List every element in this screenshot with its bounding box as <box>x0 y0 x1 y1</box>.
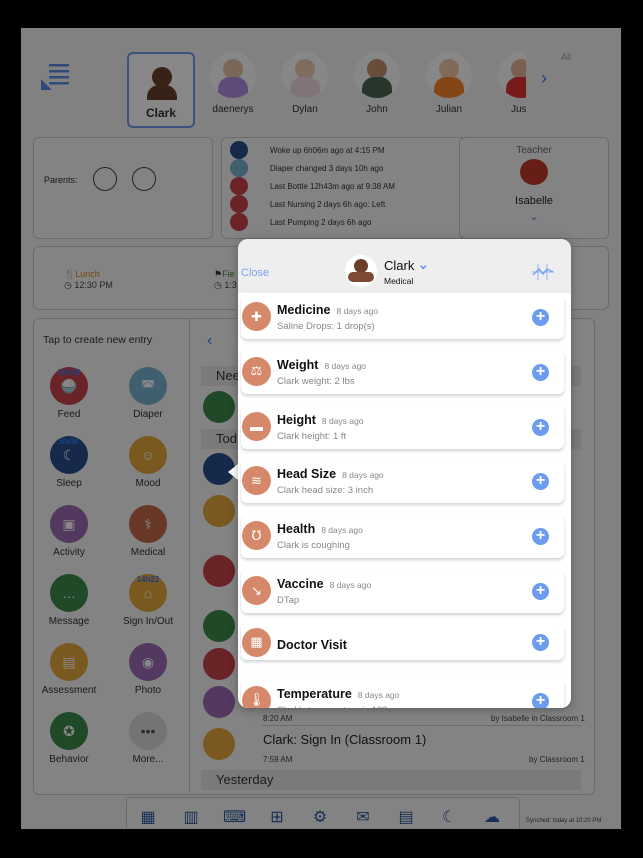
row-subtitle: Clark is coughing <box>277 540 350 552</box>
syringe-icon: ↘ <box>242 576 271 605</box>
row-title-text: Doctor Visit <box>277 637 347 652</box>
medical-popover: Close Clark ⌄ Medical ✚ Medicine 8 days ag… <box>238 239 571 708</box>
row-title: Weight 8 days ago <box>277 358 366 372</box>
add-entry-plus-icon[interactable]: + <box>532 528 549 546</box>
medical-row-weight[interactable]: ⚖ Weight 8 days ago Clark weight: 2 lbs + <box>241 349 564 394</box>
category-label: Medical <box>384 276 414 286</box>
child-avatar <box>345 255 377 287</box>
doctor-calendar-icon: ▦ <box>242 627 271 657</box>
add-entry-plus-icon[interactable]: + <box>532 418 549 436</box>
add-entry-plus-icon[interactable]: + <box>532 309 549 326</box>
stethoscope-icon: ℧ <box>242 521 271 551</box>
medical-row-medicine[interactable]: ✚ Medicine 8 days ago Saline Drops: 1 drop(… <box>241 295 564 339</box>
row-title-text: Medicine <box>277 303 331 317</box>
growth-chart-icon[interactable] <box>532 263 554 281</box>
row-title-text: Weight <box>277 357 319 372</box>
tape-measure-icon-glyph: ≋ <box>251 472 262 488</box>
app-screen: Clark daenerys Dylan John Julian Jus › A… <box>21 28 621 829</box>
popover-pointer <box>228 464 238 480</box>
row-title: Doctor Visit <box>277 638 347 652</box>
medical-row-head-size[interactable]: ≋ Head Size 8 days ago Clark head size: 3 i… <box>241 459 564 504</box>
row-time-ago: 8 days ago <box>324 360 367 371</box>
medical-row-doctor-visit[interactable]: ▦ Doctor Visit + <box>241 623 564 660</box>
row-time-ago: 8 days ago <box>336 306 379 316</box>
row-title: Temperature 8 days ago <box>277 687 399 701</box>
add-entry-plus-icon[interactable]: + <box>532 692 549 708</box>
medical-row-health[interactable]: ℧ Health 8 days ago Clark is coughing + <box>241 514 564 559</box>
ruler-icon-glyph: ▬ <box>250 418 263 434</box>
ruler-icon: ▬ <box>242 411 271 441</box>
row-subtitle: Saline Drops: 1 drop(s) <box>277 321 375 332</box>
medicine-bottle-icon-glyph: ✚ <box>251 308 262 324</box>
row-time-ago: 8 days ago <box>342 470 384 481</box>
scale-icon: ⚖ <box>242 356 271 386</box>
row-title-text: Health <box>277 522 316 537</box>
row-time-ago: 8 days ago <box>321 415 364 426</box>
child-name[interactable]: Clark <box>384 258 414 273</box>
row-subtitle: Clark head size: 3 inch <box>277 485 374 497</box>
row-subtitle: Clark height: 1 ft <box>277 430 347 442</box>
stethoscope-icon-glyph: ℧ <box>251 527 262 543</box>
medical-row-height[interactable]: ▬ Height 8 days ago Clark height: 1 ft + <box>241 404 564 449</box>
row-time-ago: 8 days ago <box>321 525 363 536</box>
row-title: Health 8 days ago <box>277 522 363 536</box>
add-entry-plus-icon[interactable]: + <box>532 473 549 491</box>
scale-icon-glyph: ⚖ <box>250 363 263 379</box>
syringe-icon-glyph: ↘ <box>251 582 262 598</box>
add-entry-plus-icon[interactable]: + <box>532 633 549 651</box>
thermometer-icon-glyph: 🌡 <box>248 692 265 708</box>
row-subtitle: DTap <box>277 595 300 606</box>
row-subtitle: Clark's temperature is 123 <box>277 705 388 708</box>
row-title: Head Size 8 days ago <box>277 467 384 481</box>
row-time-ago: 8 days ago <box>357 689 400 700</box>
add-entry-plus-icon[interactable]: + <box>532 363 549 381</box>
medical-row-temperature[interactable]: 🌡 Temperature 8 days ago Clark's temperatur… <box>241 678 564 708</box>
doctor-calendar-icon-glyph: ▦ <box>250 634 263 650</box>
row-title: Vaccine 8 days ago <box>277 577 371 591</box>
medicine-bottle-icon: ✚ <box>242 302 271 331</box>
thermometer-icon: 🌡 <box>242 685 271 708</box>
row-title-text: Vaccine <box>277 577 324 591</box>
close-button[interactable]: Close <box>241 267 269 279</box>
medical-row-vaccine[interactable]: ↘ Vaccine 8 days ago DTap + <box>241 569 564 613</box>
row-title-text: Head Size <box>277 467 337 482</box>
child-dropdown-chevron-icon[interactable]: ⌄ <box>417 255 430 273</box>
row-title-text: Temperature <box>277 686 352 701</box>
row-title: Medicine 8 days ago <box>277 303 378 317</box>
add-entry-plus-icon[interactable]: + <box>532 583 549 600</box>
row-title: Height 8 days ago <box>277 413 363 427</box>
row-title-text: Height <box>277 412 316 427</box>
row-subtitle: Clark weight: 2 lbs <box>277 375 355 387</box>
tape-measure-icon: ≋ <box>242 466 271 496</box>
row-time-ago: 8 days ago <box>329 580 372 590</box>
popover-header: Close Clark ⌄ Medical <box>238 239 571 293</box>
